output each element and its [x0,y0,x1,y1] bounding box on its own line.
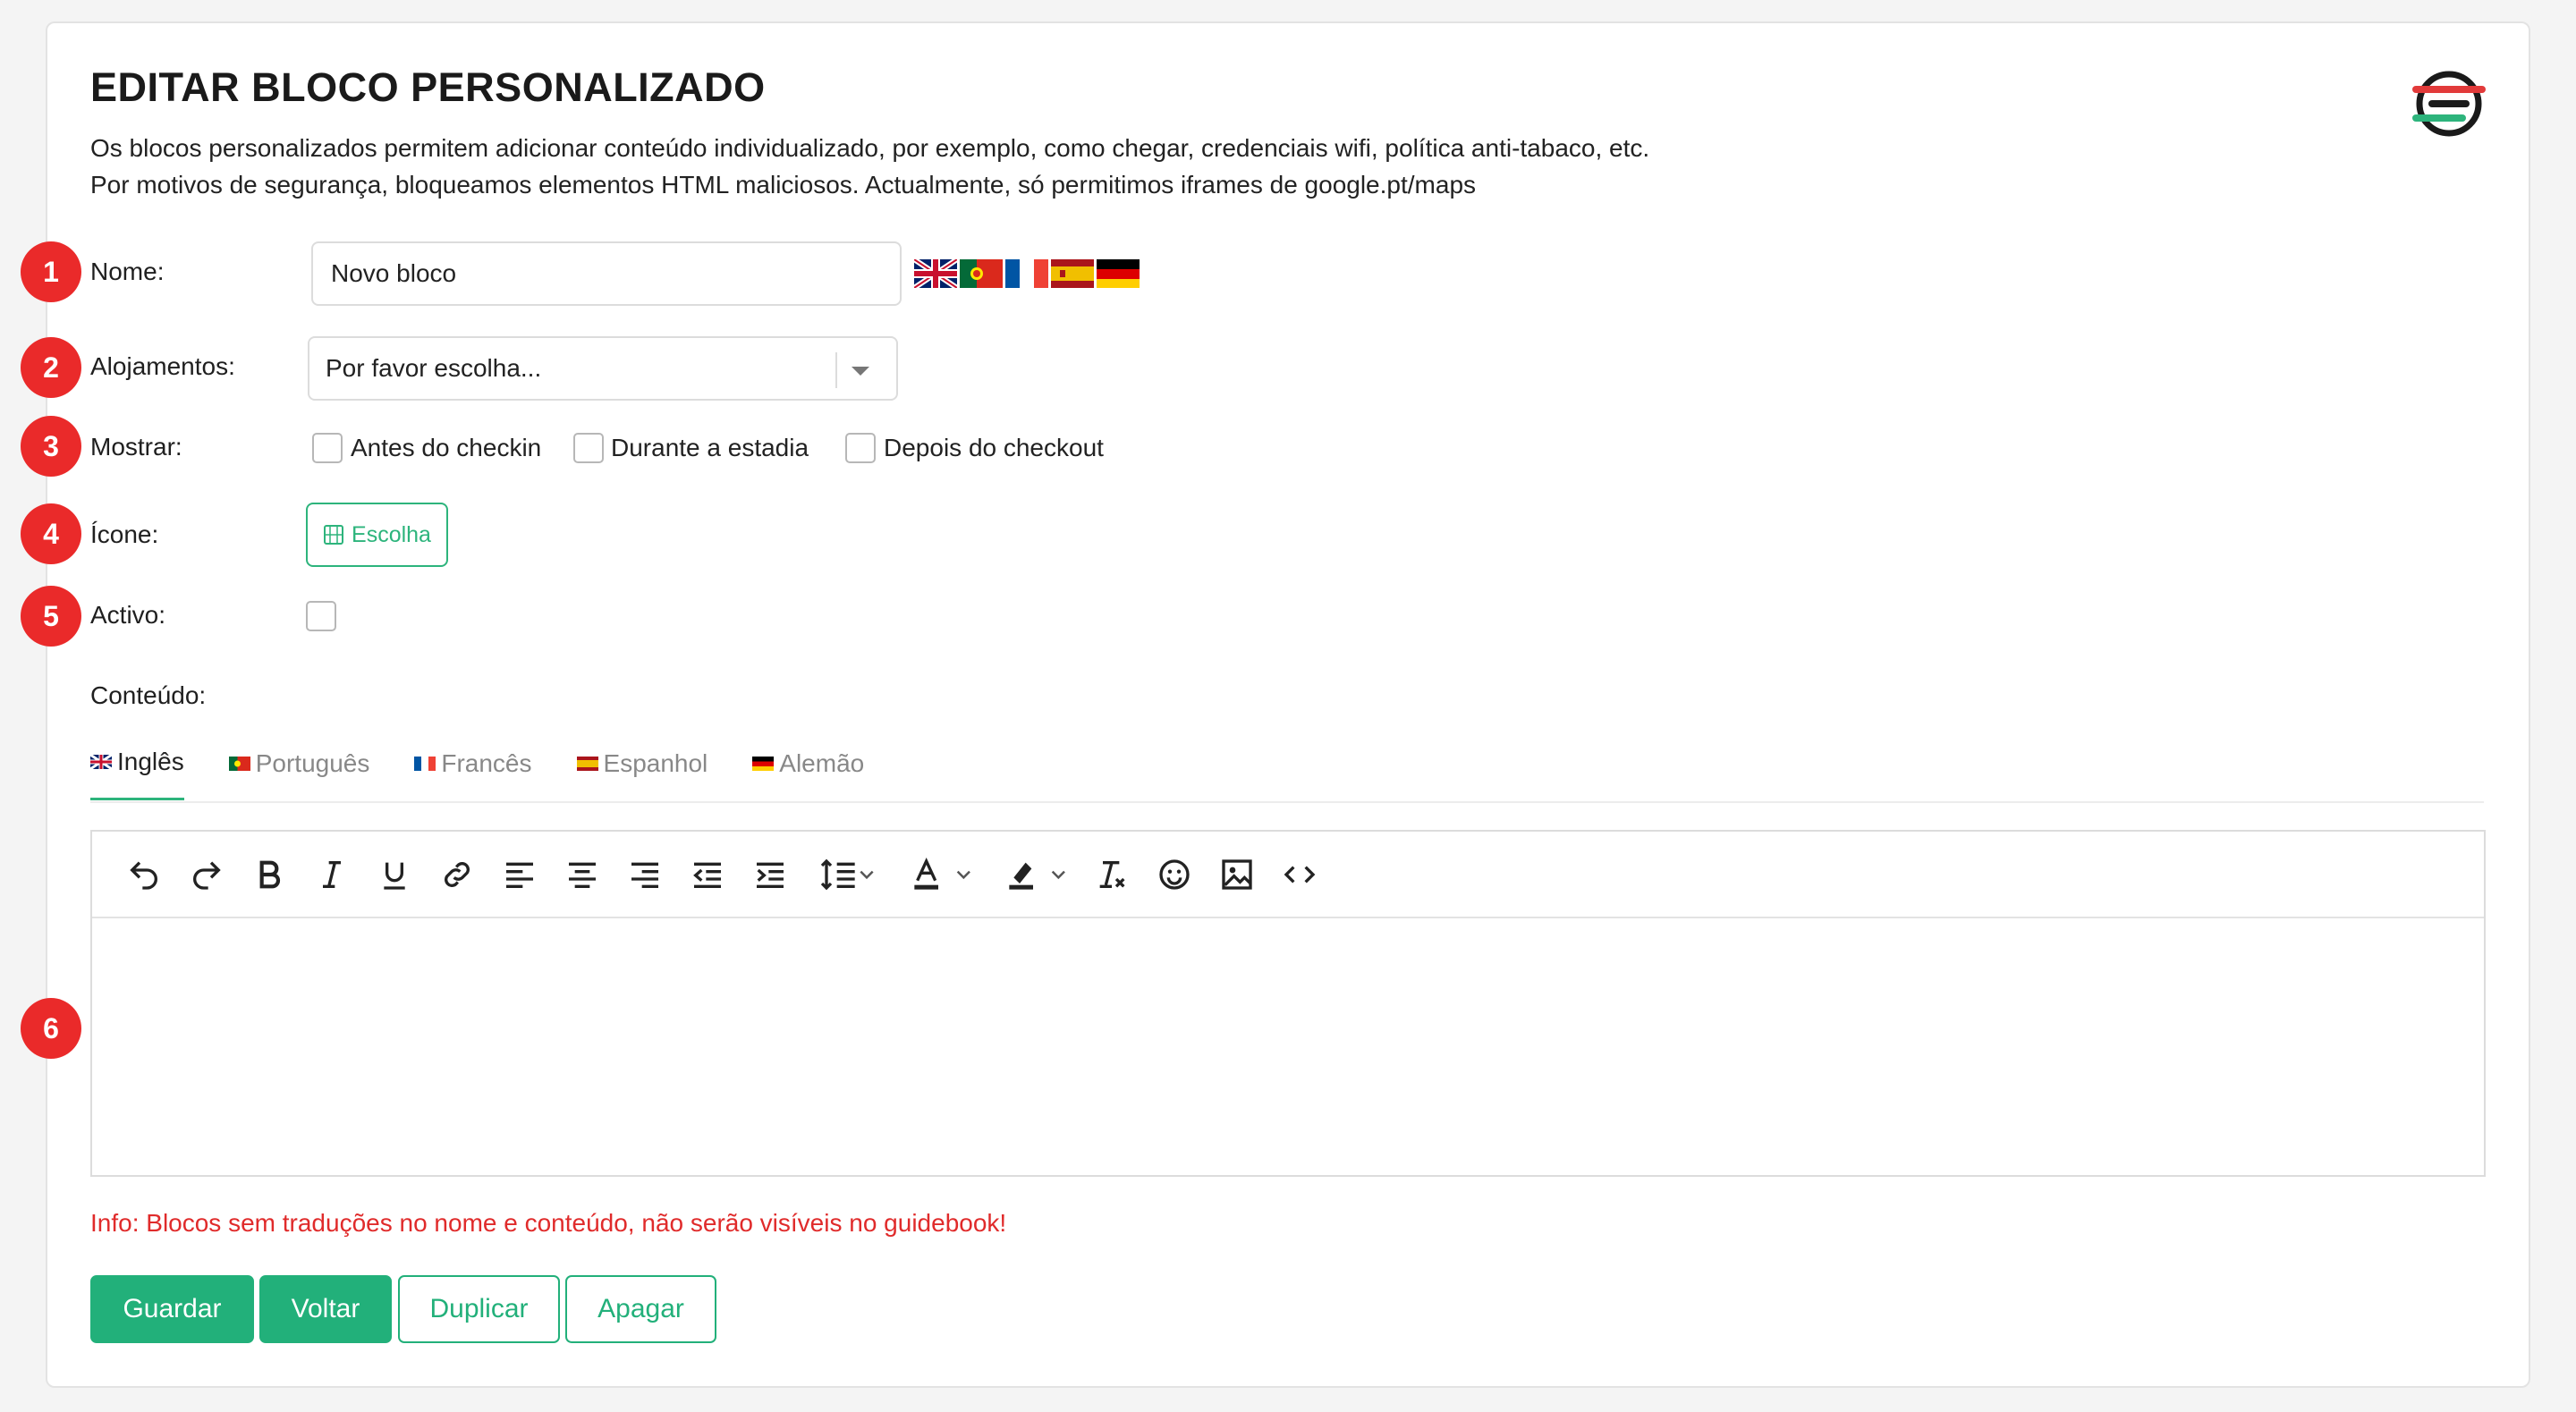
tab-english-label: Inglês [117,748,184,775]
portugal-flag-icon[interactable] [960,259,1003,288]
tab-german[interactable]: Alemão [752,748,864,800]
link-icon[interactable] [437,855,477,894]
edit-block-card [46,21,2530,1388]
info-message: Info: Blocos sem traduções no nome e con… [90,1209,1007,1237]
choose-icon-button[interactable]: Escolha [306,503,448,567]
checkbox-before-checkin-label[interactable]: Antes do checkin [351,434,541,462]
tab-spanish-label: Espanhol [603,748,708,777]
germany-flag-icon[interactable] [1097,259,1140,288]
checkbox-after-checkout[interactable] [845,433,876,463]
portugal-flag-icon [228,756,250,771]
choose-icon-label: Escolha [352,521,431,547]
accommodations-select-value: Por favor escolha... [326,354,542,382]
accommodations-label: Alojamentos: [90,352,235,380]
emoji-icon[interactable] [1155,855,1194,894]
step-badge-4: 4 [21,503,81,564]
align-left-icon[interactable] [500,855,539,894]
align-right-icon[interactable] [625,855,665,894]
step-badge-3: 3 [21,416,81,477]
highlight-icon[interactable] [997,855,1078,894]
text-color-icon[interactable] [902,855,983,894]
tab-portuguese-label: Português [255,748,370,777]
back-button[interactable]: Voltar [259,1275,392,1343]
save-button[interactable]: Guardar [90,1275,254,1343]
page-title: EDITAR BLOCO PERSONALIZADO [90,64,766,110]
france-flag-icon [414,756,436,771]
step-badge-6: 6 [21,998,81,1059]
icon-label: Ícone: [90,520,159,548]
show-label: Mostrar: [90,433,182,461]
tab-english[interactable]: Inglês [90,748,184,800]
uk-flag-icon[interactable] [914,259,957,288]
accommodations-select[interactable]: Por favor escolha... [308,336,898,401]
step-badge-5: 5 [21,586,81,647]
name-input-value: Novo bloco [331,259,457,287]
content-label: Conteúdo: [90,681,207,709]
language-tabs: Inglês Português Francês Espanhol Alemão [90,748,909,800]
select-separator [835,352,837,388]
code-icon[interactable] [1280,855,1319,894]
redo-icon[interactable] [187,855,226,894]
undo-icon[interactable] [124,855,164,894]
underline-icon[interactable] [375,855,414,894]
name-label: Nome: [90,258,165,285]
name-input[interactable]: Novo bloco [311,241,902,306]
italic-icon[interactable] [312,855,352,894]
description-line-1: Os blocos personalizados permitem adicio… [90,134,1650,162]
tab-french-label: Francês [441,748,532,777]
checkbox-during-stay[interactable] [573,433,604,463]
editor-toolbar [92,832,2484,918]
tab-portuguese[interactable]: Português [228,748,370,800]
chevron-down-icon[interactable] [852,367,869,376]
duplicate-button[interactable]: Duplicar [398,1275,560,1343]
france-flag-icon[interactable] [1005,259,1048,288]
step-badge-1: 1 [21,241,81,302]
active-checkbox[interactable] [306,601,336,631]
image-icon[interactable] [1217,855,1257,894]
tab-german-label: Alemão [779,748,865,777]
bold-icon[interactable] [250,855,289,894]
indent-icon[interactable] [750,855,790,894]
step-badge-2: 2 [21,337,81,398]
editor-content-area[interactable] [92,918,2484,1175]
spain-flag-icon[interactable] [1051,259,1094,288]
checkbox-after-checkout-label[interactable]: Depois do checkout [884,434,1104,462]
spain-flag-icon [576,756,598,771]
outdent-icon[interactable] [688,855,727,894]
name-language-flags [914,259,1140,288]
clear-format-icon[interactable] [1092,855,1131,894]
uk-flag-icon [90,755,112,769]
germany-flag-icon [752,756,775,771]
active-label: Activo: [90,601,166,629]
tab-french[interactable]: Francês [414,748,532,800]
tab-spanish[interactable]: Espanhol [576,748,708,800]
delete-button[interactable]: Apagar [565,1275,716,1343]
description-line-2: Por motivos de segurança, bloqueamos ele… [90,171,1477,199]
line-height-icon[interactable] [813,855,885,894]
tabs-divider [90,801,2484,803]
align-center-icon[interactable] [563,855,602,894]
checkbox-during-stay-label[interactable]: Durante a estadia [611,434,809,462]
rich-text-editor [90,830,2486,1177]
checkbox-before-checkin[interactable] [312,433,343,463]
app-logo-icon [2412,71,2486,137]
icon-picker-icon [324,525,344,545]
